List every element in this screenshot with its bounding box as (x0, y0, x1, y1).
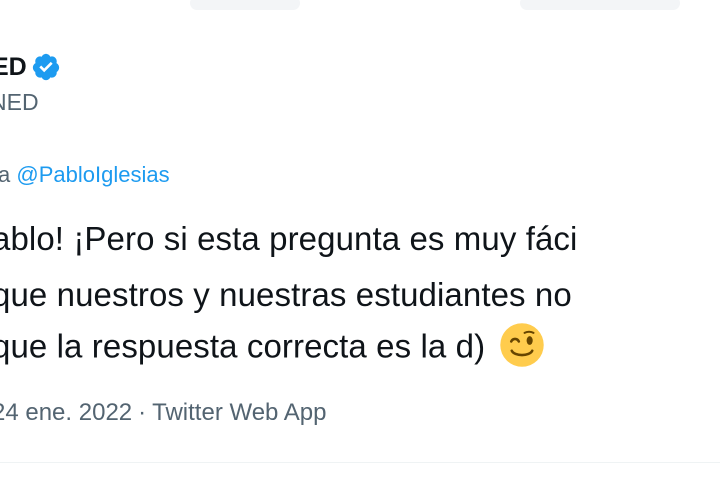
divider (0, 462, 720, 463)
reply-context: a @PabloIglesias (0, 162, 170, 188)
tweet-source-label: Twitter Web App (152, 399, 327, 426)
page-title: eet (0, 0, 21, 4)
display-name[interactable]: ED (0, 53, 27, 82)
winking-face-emoji-icon (500, 323, 544, 367)
header-placeholder (190, 0, 300, 10)
tweet-date-link[interactable]: 24 ene. 2022 (0, 399, 132, 426)
meta-separator: · (138, 399, 147, 426)
reply-prefix: a (0, 162, 11, 187)
reply-mention-link[interactable]: @PabloIglesias (16, 162, 169, 187)
author-name-row[interactable]: ED (0, 52, 61, 82)
verified-badge-icon (32, 53, 59, 81)
author-handle[interactable]: NED (0, 89, 39, 116)
tweet-meta: 24 ene. 2022 · Twitter Web App (0, 399, 326, 427)
tweet-text-line: que nuestros y nuestras estudiantes no (0, 276, 572, 313)
tweet-text-line: ablo! ¡Pero si esta pregunta es muy fáci (0, 220, 578, 257)
tweet-text-line: que la respuesta correcta es la d) (0, 323, 545, 372)
header-placeholder (520, 0, 680, 10)
